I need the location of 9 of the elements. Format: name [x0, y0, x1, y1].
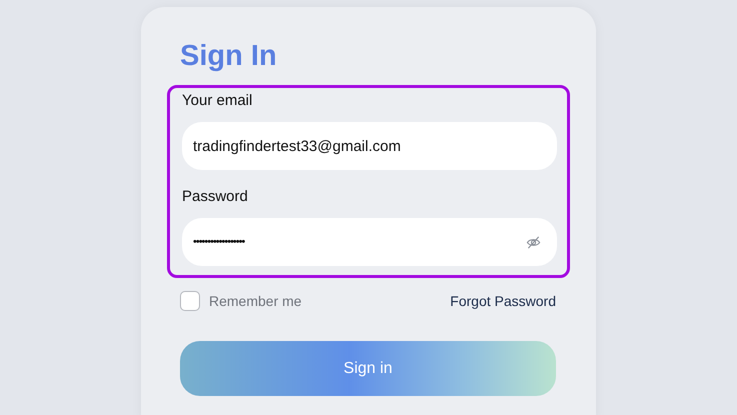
hidden-eye-icon[interactable]	[526, 234, 541, 250]
password-field[interactable]: ••••••••••••••••••	[182, 218, 557, 266]
forgot-password-link[interactable]: Forgot Password	[450, 293, 556, 309]
field-label: Password	[182, 188, 249, 206]
email-field[interactable]: tradingfindertest33@gmail.com	[182, 122, 557, 170]
field-label: Your email	[182, 92, 254, 110]
remember-checkbox[interactable]	[180, 291, 200, 311]
sign-in-title: Sign In	[180, 41, 278, 71]
remember-label: Remember me	[209, 293, 302, 309]
